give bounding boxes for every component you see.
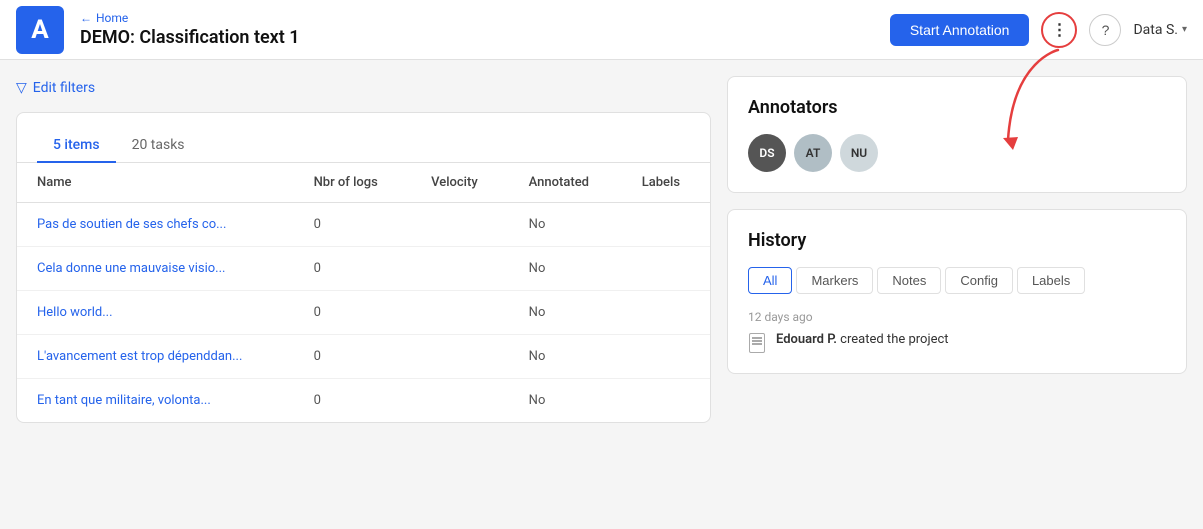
chevron-down-icon: ▾ — [1182, 24, 1187, 35]
annotators-card: Annotators DS AT NU — [727, 76, 1187, 193]
row-name-link[interactable]: Hello world... — [37, 305, 113, 320]
row-annotated: No — [509, 335, 622, 379]
history-tab-notes[interactable]: Notes — [877, 267, 941, 294]
table-tabs: 5 items 20 tasks — [17, 113, 710, 163]
table-row: L'avancement est trop dépenddan... 0 No — [17, 335, 710, 379]
row-labels — [622, 247, 710, 291]
history-tab-all[interactable]: All — [748, 267, 792, 294]
row-annotated: No — [509, 247, 622, 291]
history-entry-text: Edouard P. created the project — [776, 332, 949, 347]
left-panel: ▽ Edit filters 5 items 20 tasks Name Nbr… — [16, 76, 711, 513]
history-doc-icon — [748, 333, 766, 353]
help-button[interactable]: ? — [1089, 14, 1121, 46]
row-annotated: No — [509, 379, 622, 423]
row-labels — [622, 291, 710, 335]
table-row: Pas de soutien de ses chefs co... 0 No — [17, 203, 710, 247]
row-nbr-logs: 0 — [294, 291, 412, 335]
history-tab-labels[interactable]: Labels — [1017, 267, 1085, 294]
col-name: Name — [17, 163, 294, 203]
col-labels: Labels — [622, 163, 710, 203]
table-header-row: Name Nbr of logs Velocity Annotated Labe… — [17, 163, 710, 203]
main-content: ▽ Edit filters 5 items 20 tasks Name Nbr… — [0, 60, 1203, 529]
row-nbr-logs: 0 — [294, 335, 412, 379]
header-title-area: ← Home DEMO: Classification text 1 — [80, 11, 874, 48]
edit-filters-bar[interactable]: ▽ Edit filters — [16, 76, 711, 100]
page-title: DEMO: Classification text 1 — [80, 27, 874, 48]
items-table: Name Nbr of logs Velocity Annotated Labe… — [17, 163, 710, 422]
history-title: History — [748, 230, 1166, 251]
table-row: En tant que militaire, volonta... 0 No — [17, 379, 710, 423]
row-nbr-logs: 0 — [294, 247, 412, 291]
col-velocity: Velocity — [411, 163, 509, 203]
history-tabs: AllMarkersNotesConfigLabels — [748, 267, 1166, 294]
row-labels — [622, 379, 710, 423]
row-labels — [622, 203, 710, 247]
history-author: Edouard P. — [776, 332, 837, 347]
tab-items[interactable]: 5 items — [37, 129, 116, 163]
row-annotated: No — [509, 203, 622, 247]
avatar-ds[interactable]: DS — [748, 134, 786, 172]
document-icon — [749, 333, 765, 353]
back-link[interactable]: ← Home — [80, 11, 874, 25]
data-table-card: 5 items 20 tasks Name Nbr of logs Veloci… — [16, 112, 711, 423]
history-time: 12 days ago — [748, 310, 1166, 324]
help-icon: ? — [1102, 22, 1110, 38]
user-label: Data S. — [1133, 22, 1177, 38]
row-name-link[interactable]: Pas de soutien de ses chefs co... — [37, 217, 226, 232]
history-card: History AllMarkersNotesConfigLabels 12 d… — [727, 209, 1187, 374]
history-entry: Edouard P. created the project — [748, 332, 1166, 353]
back-label: Home — [96, 11, 128, 25]
edit-filters-label: Edit filters — [33, 80, 95, 96]
filter-icon: ▽ — [16, 80, 27, 96]
header-actions: Start Annotation ⋮ ? Data S. ▾ — [890, 12, 1187, 48]
app-logo: A — [16, 6, 64, 54]
row-velocity — [411, 247, 509, 291]
row-velocity — [411, 291, 509, 335]
row-name-link[interactable]: Cela donne une mauvaise visio... — [37, 261, 225, 276]
annotators-row: DS AT NU — [748, 134, 1166, 172]
back-arrow-icon: ← — [80, 11, 92, 25]
row-name-link[interactable]: En tant que militaire, volonta... — [37, 393, 211, 408]
row-velocity — [411, 379, 509, 423]
col-annotated: Annotated — [509, 163, 622, 203]
history-tab-config[interactable]: Config — [945, 267, 1013, 294]
start-annotation-button[interactable]: Start Annotation — [890, 14, 1030, 46]
col-nbr-logs: Nbr of logs — [294, 163, 412, 203]
row-annotated: No — [509, 291, 622, 335]
history-tab-markers[interactable]: Markers — [796, 267, 873, 294]
table-row: Cela donne une mauvaise visio... 0 No — [17, 247, 710, 291]
more-options-button[interactable]: ⋮ — [1041, 12, 1077, 48]
annotators-title: Annotators — [748, 97, 1166, 118]
row-name-link[interactable]: L'avancement est trop dépenddan... — [37, 349, 242, 364]
row-velocity — [411, 203, 509, 247]
more-icon: ⋮ — [1051, 20, 1067, 40]
row-nbr-logs: 0 — [294, 203, 412, 247]
table-row: Hello world... 0 No — [17, 291, 710, 335]
app-header: A ← Home DEMO: Classification text 1 Sta… — [0, 0, 1203, 60]
row-labels — [622, 335, 710, 379]
history-action: created the project — [837, 332, 949, 347]
right-panel: Annotators DS AT NU History AllMarkersNo… — [727, 76, 1187, 513]
tab-tasks[interactable]: 20 tasks — [116, 129, 201, 163]
avatar-at[interactable]: AT — [794, 134, 832, 172]
row-velocity — [411, 335, 509, 379]
avatar-nu[interactable]: NU — [840, 134, 878, 172]
row-nbr-logs: 0 — [294, 379, 412, 423]
user-menu[interactable]: Data S. ▾ — [1133, 22, 1187, 38]
